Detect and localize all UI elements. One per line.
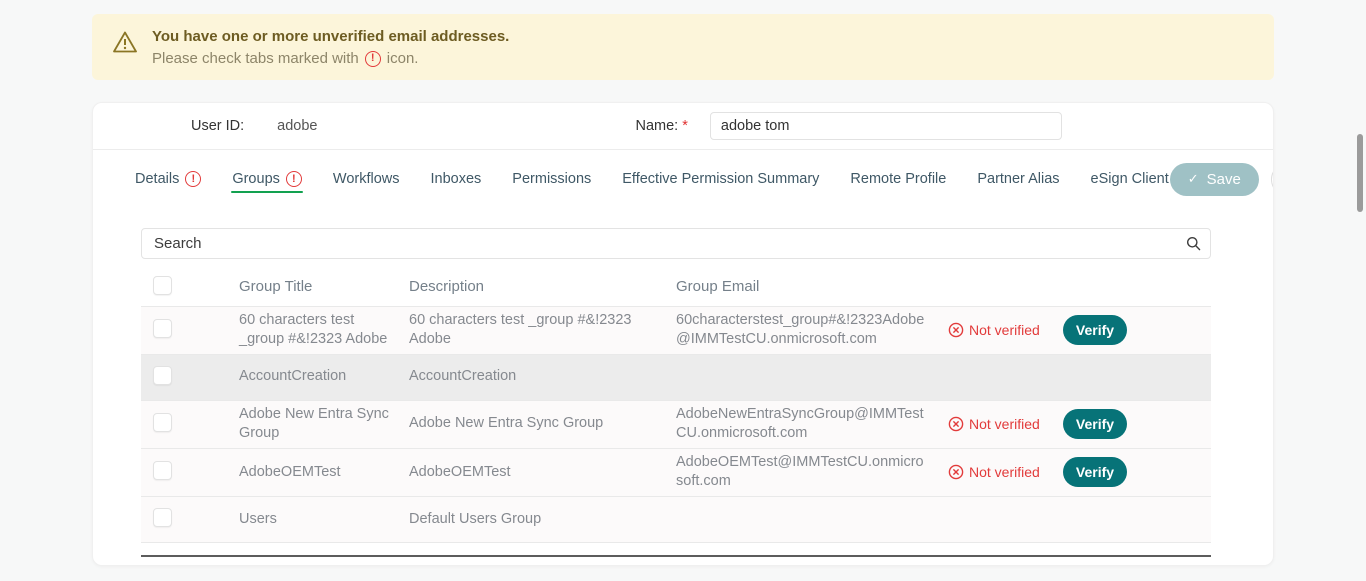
group-title: 60 characters test _group #&!2323 Adobe (229, 306, 409, 354)
group-description: AccountCreation (409, 354, 676, 400)
banner-subtitle-after: icon. (387, 50, 419, 67)
tab-effective-permission-summary-label: Effective Permission Summary (622, 171, 819, 187)
status-text: Not verified (969, 464, 1040, 480)
group-description: Adobe New Entra Sync Group (409, 400, 676, 448)
tab-partner-alias[interactable]: Partner Alias (976, 159, 1060, 199)
table-row: 60 characters test _group #&!2323 Adobe … (141, 306, 1211, 354)
table-row: AdobeOEMTest AdobeOEMTest AdobeOEMTest@I… (141, 448, 1211, 496)
group-title: AdobeOEMTest (229, 448, 409, 496)
tab-inboxes[interactable]: Inboxes (430, 159, 483, 199)
tab-details-alert-icon: ! (185, 171, 201, 187)
row-checkbox[interactable] (153, 319, 172, 338)
group-email (676, 354, 948, 400)
scrollbar-track (1354, 0, 1366, 581)
row-checkbox[interactable] (153, 461, 172, 480)
group-description: Default Users Group (409, 496, 676, 542)
tab-permissions[interactable]: Permissions (511, 159, 592, 199)
table-header-row: Group Title Description Group Email (141, 269, 1211, 306)
column-header-group-title: Group Title (229, 269, 409, 306)
group-email: 60characterstest_group#&!2323Adobe@IMMTe… (676, 306, 948, 354)
name-input[interactable] (710, 112, 1062, 140)
status-text: Not verified (969, 322, 1040, 338)
scrollbar-thumb[interactable] (1357, 134, 1363, 212)
page: You have one or more unverified email ad… (0, 0, 1366, 566)
group-title: Adobe New Entra Sync Group (229, 400, 409, 448)
group-title: Users (229, 496, 409, 542)
tab-bar: Details ! Groups ! Workflows Inboxes Per… (134, 159, 1170, 199)
save-button-label: Save (1207, 171, 1241, 188)
tab-partner-alias-label: Partner Alias (977, 171, 1059, 187)
action-buttons: ✓ Save ✕ Cancel (1170, 163, 1274, 196)
group-email (676, 496, 948, 542)
alert-circle-icon: ! (365, 51, 381, 67)
tab-effective-permission-summary[interactable]: Effective Permission Summary (621, 159, 820, 199)
banner-title: You have one or more unverified email ad… (152, 27, 509, 47)
tab-workflows[interactable]: Workflows (332, 159, 401, 199)
table-row: AccountCreation AccountCreation (141, 354, 1211, 400)
tab-details-label: Details (135, 171, 179, 187)
user-detail-card: User ID: adobe Name: * Details ! Groups … (92, 102, 1274, 566)
search-bar (141, 228, 1211, 259)
tab-groups-alert-icon: ! (286, 171, 302, 187)
row-checkbox[interactable] (153, 508, 172, 527)
status-badge: Not verified (948, 464, 1063, 480)
cancel-button[interactable]: ✕ Cancel (1271, 163, 1274, 196)
group-description: AdobeOEMTest (409, 448, 676, 496)
banner-text: You have one or more unverified email ad… (152, 27, 509, 67)
user-id-value: adobe (277, 118, 317, 134)
not-verified-icon (948, 416, 964, 432)
status-badge: Not verified (948, 416, 1063, 432)
banner-subtitle-before: Please check tabs marked with (152, 50, 359, 67)
row-checkbox[interactable] (153, 413, 172, 432)
groups-table: Group Title Description Group Email 60 c… (141, 269, 1211, 543)
groups-table-wrap: Group Title Description Group Email 60 c… (141, 269, 1211, 557)
not-verified-icon (948, 322, 964, 338)
groups-tab-content: Group Title Description Group Email 60 c… (93, 208, 1273, 557)
user-id-label: User ID: (191, 118, 244, 134)
tab-groups[interactable]: Groups ! (231, 159, 303, 199)
tab-inboxes-label: Inboxes (431, 171, 482, 187)
group-email: AdobeNewEntraSyncGroup@IMMTestCU.onmicro… (676, 400, 948, 448)
tab-esign-client-label: eSign Client (1091, 171, 1169, 187)
tab-workflows-label: Workflows (333, 171, 400, 187)
tabs-row: Details ! Groups ! Workflows Inboxes Per… (93, 150, 1273, 208)
table-row: Adobe New Entra Sync Group Adobe New Ent… (141, 400, 1211, 448)
group-title: AccountCreation (229, 354, 409, 400)
group-email: AdobeOEMTest@IMMTestCU.onmicrosoft.com (676, 448, 948, 496)
tab-remote-profile-label: Remote Profile (850, 171, 946, 187)
tab-details[interactable]: Details ! (134, 159, 202, 199)
name-label: Name: (636, 118, 679, 134)
verify-button[interactable]: Verify (1063, 457, 1127, 487)
check-icon: ✓ (1188, 171, 1199, 187)
verify-button[interactable]: Verify (1063, 315, 1127, 345)
status-badge: Not verified (948, 322, 1063, 338)
identity-row: User ID: adobe Name: * (93, 103, 1273, 150)
banner-subtitle: Please check tabs marked with ! icon. (152, 50, 509, 67)
column-header-description: Description (409, 269, 676, 306)
tab-esign-client[interactable]: eSign Client (1090, 159, 1170, 199)
tab-permissions-label: Permissions (512, 171, 591, 187)
status-text: Not verified (969, 416, 1040, 432)
not-verified-icon (948, 464, 964, 480)
required-asterisk: * (682, 118, 688, 134)
verify-button[interactable]: Verify (1063, 409, 1127, 439)
tab-remote-profile[interactable]: Remote Profile (849, 159, 947, 199)
column-header-group-email: Group Email (676, 269, 948, 306)
search-input[interactable] (141, 228, 1211, 259)
name-field-group: Name: * (636, 112, 1062, 140)
warning-banner: You have one or more unverified email ad… (92, 14, 1274, 80)
tab-groups-label: Groups (232, 171, 280, 187)
save-button[interactable]: ✓ Save (1170, 163, 1259, 196)
select-all-checkbox[interactable] (153, 276, 172, 295)
row-checkbox[interactable] (153, 366, 172, 385)
group-description: 60 characters test _group #&!2323 Adobe (409, 306, 676, 354)
search-icon[interactable] (1186, 236, 1201, 256)
warning-triangle-icon (112, 30, 138, 59)
table-row: Users Default Users Group (141, 496, 1211, 542)
